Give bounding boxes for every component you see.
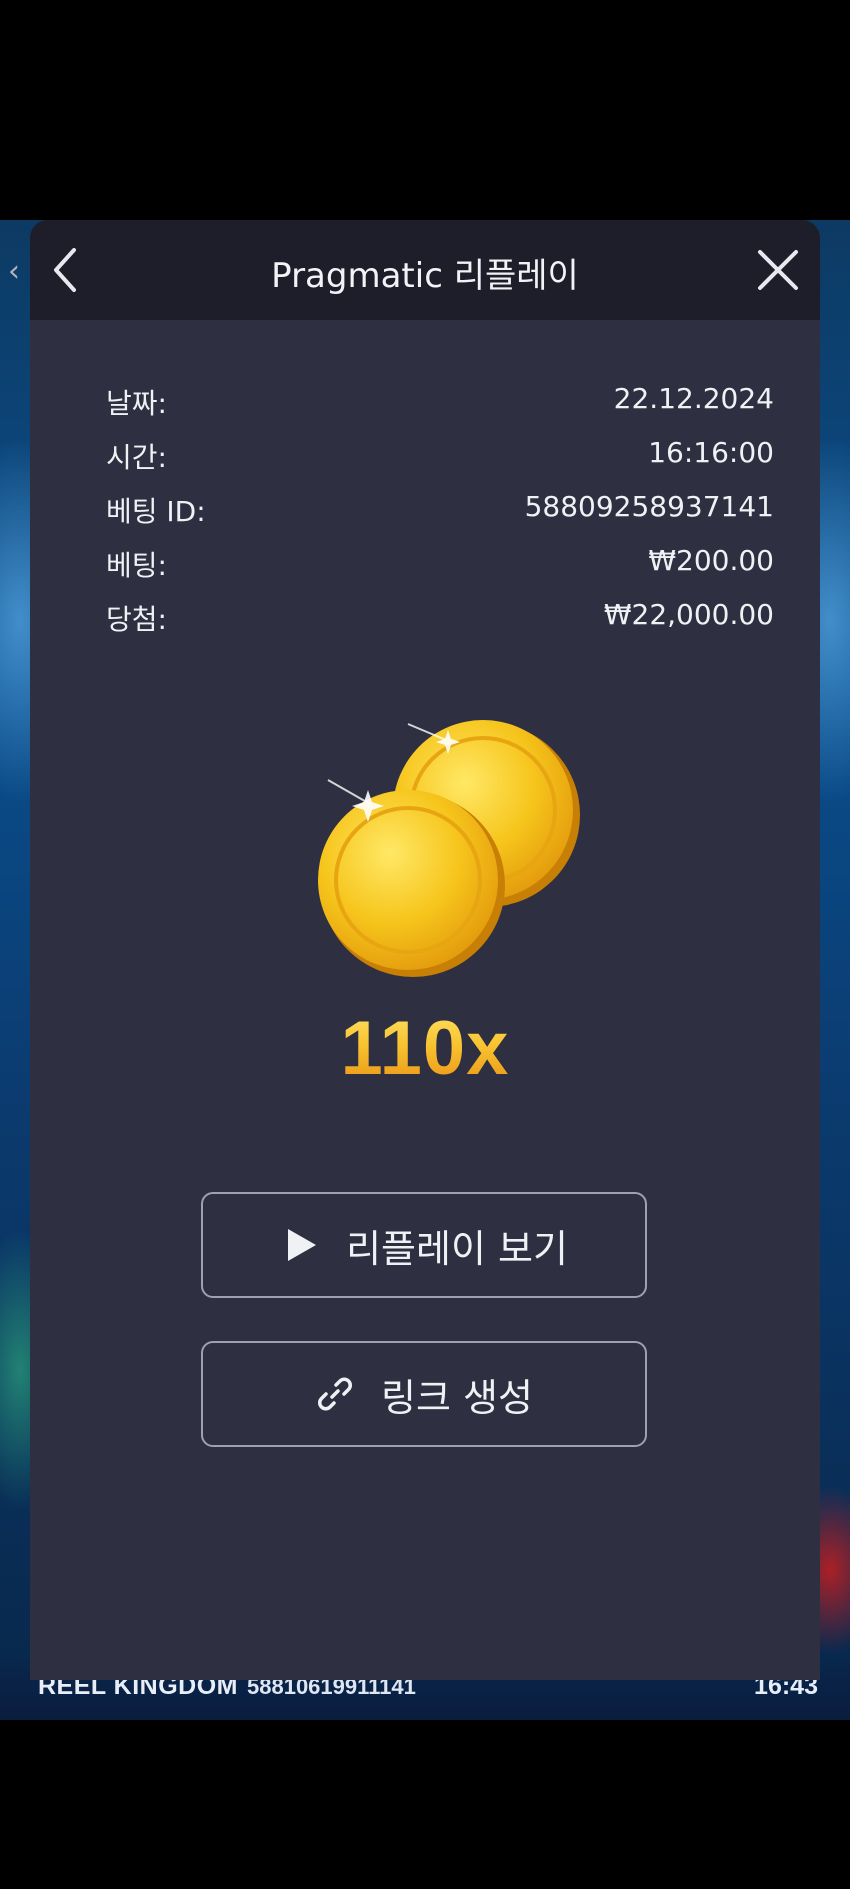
detail-row-time: 시간: 16:16:00 (106, 436, 774, 490)
replay-modal: Pragmatic 리플레이 날짜: 22.12.2024 시간: 16:16:… (30, 220, 820, 1680)
date-value: 22.12.2024 (613, 382, 774, 415)
link-icon (318, 1377, 352, 1411)
detail-row-date: 날짜: 22.12.2024 (106, 382, 774, 436)
close-icon (758, 250, 798, 290)
detail-row-win: 당첨: ₩22,000.00 (106, 598, 774, 652)
time-value: 16:16:00 (648, 436, 774, 469)
bet-id-label: 베팅 ID: (106, 495, 206, 528)
create-link-button[interactable]: 링크 생성 (201, 1341, 647, 1447)
bet-id-value: 58809258937141 (524, 490, 774, 523)
create-link-label: 링크 생성 (381, 1375, 533, 1420)
modal-title: Pragmatic 리플레이 (271, 256, 579, 296)
bet-details: 날짜: 22.12.2024 시간: 16:16:00 베팅 ID: 58809… (106, 382, 774, 652)
close-button[interactable] (750, 242, 806, 298)
view-replay-label: 리플레이 보기 (346, 1226, 568, 1271)
gold-coins-icon (318, 720, 580, 977)
win-multiplier: 110x (30, 1005, 820, 1092)
win-label: 당첨: (106, 603, 167, 636)
detail-row-bet-id: 베팅 ID: 58809258937141 (106, 490, 774, 544)
bet-value: ₩200.00 (648, 544, 774, 577)
view-replay-button[interactable]: 리플레이 보기 (201, 1192, 647, 1298)
date-label: 날짜: (106, 387, 167, 420)
modal-header: Pragmatic 리플레이 (30, 220, 820, 320)
time-label: 시간: (106, 441, 167, 474)
play-icon (288, 1229, 317, 1261)
side-chevron-icon: ‹ (8, 254, 20, 289)
win-value: ₩22,000.00 (603, 598, 774, 631)
bet-label: 베팅: (106, 549, 167, 582)
detail-row-bet: 베팅: ₩200.00 (106, 544, 774, 598)
